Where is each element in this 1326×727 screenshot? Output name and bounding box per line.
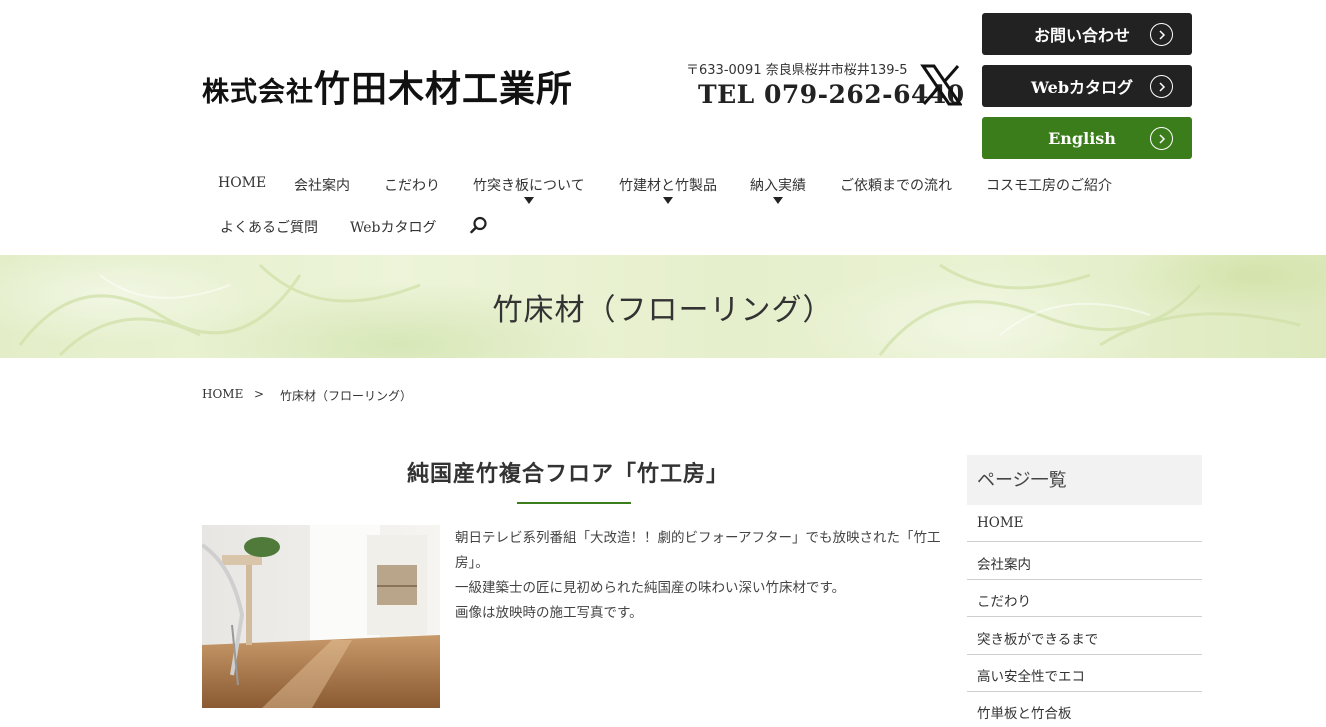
sidebar-item-veneer-process[interactable]: 突き板ができるまで <box>967 618 1202 655</box>
company-address: 〒633-0091 奈良県桜井市桜井139-5 <box>686 63 908 78</box>
page-banner: 竹床材（フローリング） <box>0 255 1326 358</box>
nav-item-kodawari[interactable]: こだわり <box>384 175 440 195</box>
section-title: 純国産竹複合フロア「竹工房」 <box>406 461 729 487</box>
flooring-photo <box>202 525 440 708</box>
chevron-right-icon <box>1150 75 1173 98</box>
sidebar-item-safety-eco[interactable]: 高い安全性でエコ <box>967 655 1202 692</box>
nav-item-faq[interactable]: よくあるご質問 <box>220 217 318 237</box>
site-logo[interactable]: 株式会社 竹田木材工業所 <box>202 60 573 112</box>
web-catalog-button[interactable]: Webカタログ <box>982 65 1192 107</box>
section-body: 朝日テレビ系列番組「大改造！！劇的ビフォーアフター」でも放映された「竹工房」。 … <box>455 526 947 626</box>
contact-button-label: お問い合わせ <box>1033 26 1130 45</box>
nav-item-flow[interactable]: ご依頼までの流れ <box>840 175 952 195</box>
breadcrumb-home[interactable]: HOME <box>202 387 243 401</box>
nav-item-results[interactable]: 納入実績 <box>750 175 806 204</box>
section-paragraph: 朝日テレビ系列番組「大改造！！劇的ビフォーアフター」でも放映された「竹工房」。 <box>455 530 941 571</box>
web-catalog-button-label: Webカタログ <box>1030 78 1134 97</box>
nav-item-web-catalog[interactable]: Webカタログ <box>350 217 437 237</box>
section-paragraph: 画像は放映時の施工写真です。 <box>455 605 643 621</box>
page-title: 竹床材（フローリング） <box>492 293 834 328</box>
sidebar-item-single-plywood[interactable]: 竹単板と竹合板 <box>967 692 1202 727</box>
nav-item-veneer-label: 竹突き板について <box>473 178 585 194</box>
sidebar-item-company[interactable]: 会社案内 <box>967 543 1202 580</box>
caret-down-icon <box>523 197 534 204</box>
english-button-label: English <box>1048 128 1116 148</box>
nav-item-company[interactable]: 会社案内 <box>294 175 350 195</box>
contact-button[interactable]: お問い合わせ <box>982 13 1192 55</box>
breadcrumb-current: 竹床材（フローリング） <box>280 389 413 403</box>
logo-prefix: 株式会社 <box>202 77 314 108</box>
x-twitter-icon[interactable] <box>920 64 963 106</box>
nav-item-veneer[interactable]: 竹突き板について <box>473 175 585 204</box>
nav-item-results-label: 納入実績 <box>750 178 806 194</box>
caret-down-icon <box>773 197 783 204</box>
section-paragraph: 一級建築士の匠に見初められた純国産の味わい深い竹床材です。 <box>455 580 846 596</box>
sidebar-heading: ページ一覧 <box>967 455 1202 505</box>
breadcrumb-separator: > <box>254 387 265 401</box>
nav-item-cosmo[interactable]: コスモ工房のご紹介 <box>986 175 1112 195</box>
nav-item-products-label: 竹建材と竹製品 <box>619 178 717 194</box>
title-underline <box>517 502 631 504</box>
search-icon[interactable] <box>470 216 488 234</box>
english-button[interactable]: English <box>982 117 1192 159</box>
logo-company-name: 竹田木材工業所 <box>314 68 574 110</box>
sidebar-item-kodawari[interactable]: こだわり <box>967 580 1202 617</box>
chevron-right-icon <box>1150 127 1173 150</box>
nav-item-home[interactable]: HOME <box>218 175 266 191</box>
nav-item-products[interactable]: 竹建材と竹製品 <box>619 175 717 204</box>
chevron-right-icon <box>1150 23 1173 46</box>
caret-down-icon <box>663 197 673 204</box>
sidebar-item-home[interactable]: HOME <box>967 505 1202 542</box>
